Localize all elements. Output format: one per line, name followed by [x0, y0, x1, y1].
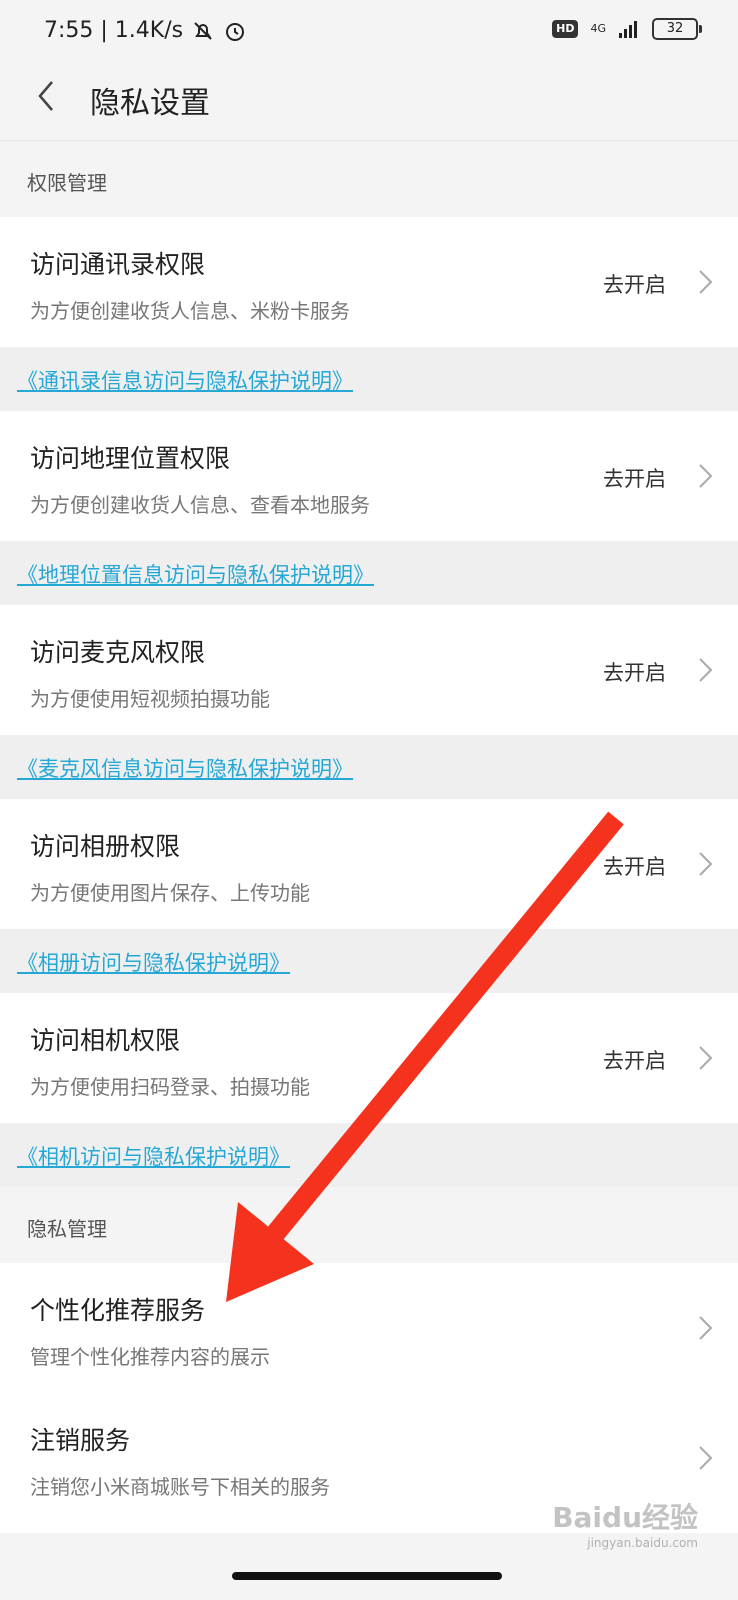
chevron-right-icon [699, 852, 713, 876]
network-type: 4G [590, 22, 606, 35]
chevron-right-icon [699, 1446, 713, 1470]
enable-button[interactable]: 去开启 [603, 1045, 666, 1075]
personalized-recommendation-row[interactable]: 个性化推荐服务 管理个性化推荐内容的展示 [0, 1263, 738, 1393]
privacy-item-title: 注销服务 [30, 1426, 131, 1455]
battery-level: 32 [666, 21, 684, 36]
section-header-privacy: 隐私管理 [0, 1187, 738, 1263]
contacts-privacy-link[interactable]: 《通讯录信息访问与隐私保护说明》 [17, 365, 353, 395]
permission-desc: 为方便使用扫码登录、拍摄功能 [30, 1075, 310, 1099]
permission-title: 访问麦克风权限 [30, 638, 206, 667]
chevron-right-icon [699, 1046, 713, 1070]
permission-title: 访问相机权限 [30, 1026, 181, 1055]
link-strip-album: 《相册访问与隐私保护说明》 [0, 929, 738, 993]
status-left: 7:55 | 1.4K/s [44, 18, 247, 43]
privacy-item-desc: 注销您小米商城账号下相关的服务 [30, 1475, 330, 1499]
location-privacy-link[interactable]: 《地理位置信息访问与隐私保护说明》 [17, 559, 374, 589]
permission-row-location[interactable]: 访问地理位置权限 为方便创建收货人信息、查看本地服务 去开启 [0, 411, 738, 541]
mute-bell-icon [194, 21, 212, 40]
link-strip-microphone: 《麦克风信息访问与隐私保护说明》 [0, 735, 738, 799]
link-strip-camera: 《相机访问与隐私保护说明》 [0, 1123, 738, 1187]
permission-row-album[interactable]: 访问相册权限 为方便使用图片保存、上传功能 去开启 [0, 799, 738, 929]
camera-privacy-link[interactable]: 《相机访问与隐私保护说明》 [17, 1141, 290, 1171]
signal-icon [619, 21, 637, 38]
back-arrow-icon[interactable] [28, 76, 68, 116]
nav-bar: 隐私设置 [0, 64, 738, 141]
permission-row-microphone[interactable]: 访问麦克风权限 为方便使用短视频拍摄功能 去开启 [0, 605, 738, 735]
permission-desc: 为方便使用图片保存、上传功能 [30, 881, 310, 905]
enable-button[interactable]: 去开启 [603, 851, 666, 881]
link-strip-location: 《地理位置信息访问与隐私保护说明》 [0, 541, 738, 605]
section-header-label: 权限管理 [27, 171, 107, 195]
permission-row-camera[interactable]: 访问相机权限 为方便使用扫码登录、拍摄功能 去开启 [0, 993, 738, 1123]
permission-row-contacts[interactable]: 访问通讯录权限 为方便创建收货人信息、米粉卡服务 去开启 [0, 217, 738, 347]
watermark-url: jingyan.baidu.com [587, 1536, 698, 1550]
enable-button[interactable]: 去开启 [603, 657, 666, 687]
chevron-right-icon [699, 1316, 713, 1340]
status-time-speed: 7:55 | 1.4K/s [44, 18, 184, 43]
watermark-brand: Baidu经验 [552, 1501, 698, 1534]
permission-title: 访问相册权限 [30, 832, 181, 861]
status-bar: 7:55 | 1.4K/s HD 4G 32 [0, 0, 738, 64]
battery-icon: 32 [652, 18, 702, 40]
microphone-privacy-link[interactable]: 《麦克风信息访问与隐私保护说明》 [17, 753, 353, 783]
chevron-right-icon [699, 658, 713, 682]
baidu-watermark: Baidu经验 jingyan.baidu.com [552, 1496, 698, 1550]
album-privacy-link[interactable]: 《相册访问与隐私保护说明》 [17, 947, 290, 977]
hd-badge: HD [552, 20, 579, 38]
privacy-item-desc: 管理个性化推荐内容的展示 [30, 1345, 270, 1369]
permission-title: 访问通讯录权限 [30, 250, 206, 279]
home-indicator[interactable] [232, 1572, 502, 1580]
permission-desc: 为方便创建收货人信息、米粉卡服务 [30, 299, 350, 323]
permission-title: 访问地理位置权限 [30, 444, 231, 473]
chevron-right-icon [699, 270, 713, 294]
status-right: HD 4G 32 [552, 18, 702, 40]
enable-button[interactable]: 去开启 [603, 463, 666, 493]
page-title: 隐私设置 [90, 86, 210, 121]
section-header-permissions: 权限管理 [0, 141, 738, 217]
permission-desc: 为方便创建收货人信息、查看本地服务 [30, 493, 370, 517]
enable-button[interactable]: 去开启 [603, 269, 666, 299]
section-header-label: 隐私管理 [27, 1217, 107, 1241]
alarm-clock-icon [226, 22, 245, 41]
privacy-item-title: 个性化推荐服务 [30, 1296, 206, 1325]
permission-desc: 为方便使用短视频拍摄功能 [30, 687, 270, 711]
link-strip-contacts: 《通讯录信息访问与隐私保护说明》 [0, 347, 738, 411]
chevron-right-icon [699, 464, 713, 488]
